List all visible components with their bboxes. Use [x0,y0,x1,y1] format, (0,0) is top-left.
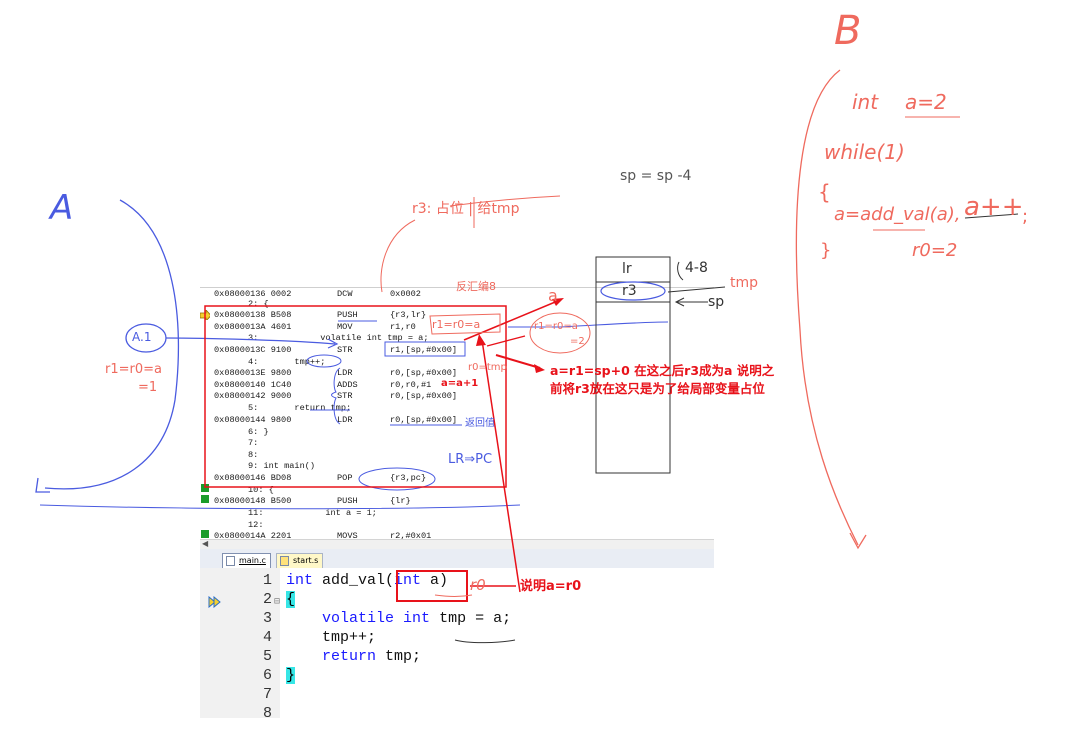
code-assign: a=add_val(a), [834,204,961,225]
r1-r0-a-box-label: r1=r0=a [432,318,481,331]
underline-editor [454,639,516,644]
arrow-A1-to-code [165,337,336,345]
code-r0-2: r0=2 [912,240,958,261]
stack-sp-label: sp [708,294,725,310]
bracket-A [44,199,180,490]
tick-4-8 [677,261,684,281]
code-semi: ; [1022,206,1029,227]
stack-4-8-label: 4-8 [685,260,708,276]
sp-eq-note: sp = sp -4 [620,168,692,184]
label-B: B [834,8,862,54]
circle-r1r0-2 [529,312,591,354]
stack-tmp-label: tmp [730,275,759,291]
code-brace-close: } [820,240,832,261]
long-blue-line [39,504,521,510]
r0-tmp-note: r0=tmp [468,362,507,373]
code-int: int [852,90,879,114]
brace-ldr-str [331,367,341,425]
a-label: a [548,286,558,305]
bracket-A-arrowhead [35,477,50,493]
eq-1-note: =1 [138,380,158,395]
code-brace-open: { [818,180,831,204]
annotated-debugger-screenshot: { "disassembly": { "rows": [ {"addr":"0x… [0,0,1067,749]
circle-tmp [306,354,342,368]
note-main-line1: a=r1=sp+0 在这之后r3成为a 说明之 [550,363,775,378]
return-note: 返回值 [465,418,495,429]
lr-pc-note: LR⇒PC [448,452,493,467]
disasm-note: 反汇编8 [456,280,496,293]
box-r1-sp [384,341,466,357]
code-a2: a=2 [905,90,947,114]
code-while: while(1) [824,140,905,164]
r1r0-2-line1: r1=r0=a [534,321,578,332]
stack-lr-label: lr [622,261,632,277]
label-A: A [50,188,74,228]
r1-r0-a-note: r1=r0=a [105,362,162,377]
r1r0-2-line2: =2 [570,336,585,347]
circle-A1-label: A.1 [132,330,152,344]
stack-r3-label: r3 [622,283,637,299]
a-eq-a1-note: a=a+1 [441,378,479,389]
note-a-r0: 说明a=r0 [520,579,582,594]
arrow-to-tmp [667,286,726,293]
r3-note-arrow [380,219,416,293]
r3-placeholder-note: r3: 占位 | 给tmp [412,201,520,217]
note-main-line2: 前将r3放在这只是为了给局部变量占位 [550,381,765,396]
r0-mark: r0 [470,576,486,594]
code-a-pp: a++ [964,192,1024,222]
